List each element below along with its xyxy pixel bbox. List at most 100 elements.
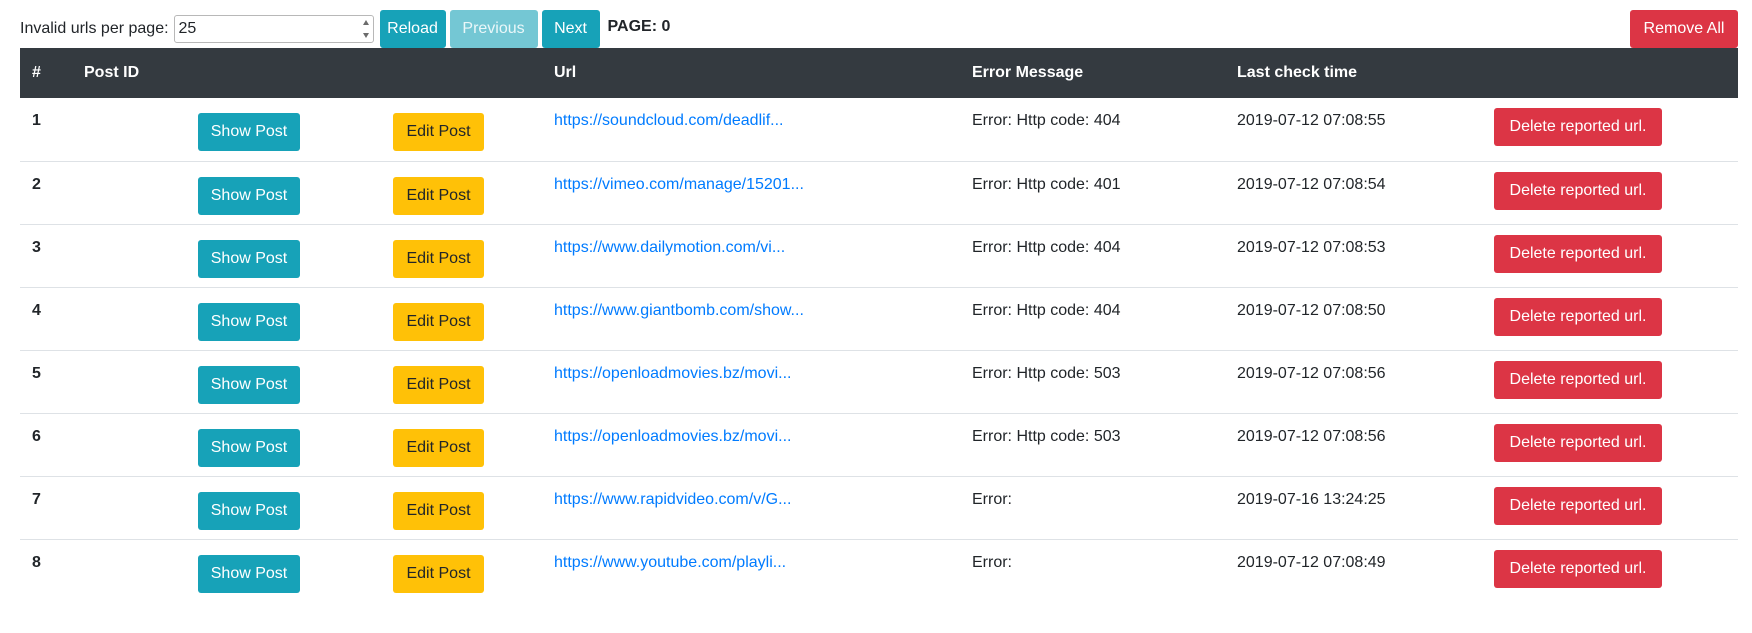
row-error-message: Error: Http code: 503 xyxy=(960,412,1225,476)
row-post-id xyxy=(72,475,195,539)
url-link[interactable]: https://www.youtube.com/playli... xyxy=(554,554,786,571)
row-delete-cell: Delete reported url. xyxy=(1480,349,1738,413)
header-index: # xyxy=(20,48,72,98)
row-show-cell: Show Post xyxy=(195,223,381,287)
show-post-button[interactable]: Show Post xyxy=(198,554,300,593)
row-last-check-time: 2019-07-16 13:24:25 xyxy=(1225,475,1480,539)
row-post-id xyxy=(72,160,195,224)
row-delete-cell: Delete reported url. xyxy=(1480,223,1738,287)
edit-post-button[interactable]: Edit Post xyxy=(393,302,484,341)
row-show-cell: Show Post xyxy=(195,286,381,350)
reload-button[interactable]: Reload xyxy=(379,10,446,48)
edit-post-button[interactable]: Edit Post xyxy=(393,365,484,404)
row-url-cell: https://www.rapidvideo.com/v/G... xyxy=(542,475,960,539)
number-spinner[interactable] xyxy=(361,20,371,38)
row-post-id xyxy=(72,223,195,287)
row-last-check-time: 2019-07-12 07:08:56 xyxy=(1225,349,1480,413)
row-error-message: Error: Http code: 404 xyxy=(960,223,1225,287)
table-header: # Post ID Url Error Message Last check t… xyxy=(20,48,1738,98)
show-post-button[interactable]: Show Post xyxy=(198,239,300,278)
url-link[interactable]: https://www.dailymotion.com/vi... xyxy=(554,239,785,256)
delete-reported-url-button[interactable]: Delete reported url. xyxy=(1494,108,1662,146)
edit-post-button[interactable]: Edit Post xyxy=(393,239,484,278)
row-index: 3 xyxy=(20,223,72,287)
row-delete-cell: Delete reported url. xyxy=(1480,475,1738,539)
table-row: 5 Show Post Edit Post https://openloadmo… xyxy=(20,349,1738,413)
row-index: 6 xyxy=(20,412,72,476)
header-actions xyxy=(1480,48,1738,98)
per-page-input[interactable] xyxy=(173,15,374,43)
toolbar: Invalid urls per page: Reload Previous N… xyxy=(20,10,670,48)
page-indicator: PAGE: 0 xyxy=(607,18,671,35)
show-post-button[interactable]: Show Post xyxy=(198,113,300,151)
row-error-message: Error: xyxy=(960,475,1225,539)
row-show-cell: Show Post xyxy=(195,475,381,539)
row-delete-cell: Delete reported url. xyxy=(1480,286,1738,350)
show-post-button[interactable]: Show Post xyxy=(198,428,300,467)
delete-reported-url-button[interactable]: Delete reported url. xyxy=(1494,423,1662,462)
row-edit-cell: Edit Post xyxy=(381,223,542,287)
row-last-check-time: 2019-07-12 07:08:54 xyxy=(1225,160,1480,224)
delete-reported-url-button[interactable]: Delete reported url. xyxy=(1494,297,1662,336)
row-last-check-time: 2019-07-12 07:08:55 xyxy=(1237,112,1386,129)
row-post-id xyxy=(72,412,195,476)
header-post-id: Post ID xyxy=(72,48,195,98)
remove-all-button[interactable]: Remove All xyxy=(1630,10,1738,48)
show-post-button[interactable]: Show Post xyxy=(198,176,300,215)
delete-reported-url-button[interactable]: Delete reported url. xyxy=(1494,486,1662,525)
delete-reported-url-button[interactable]: Delete reported url. xyxy=(1494,234,1662,273)
row-url-cell: https://openloadmovies.bz/movi... xyxy=(542,412,960,476)
header-url: Url xyxy=(542,48,960,98)
invalid-urls-table-wrap: # Post ID Url Error Message Last check t… xyxy=(20,48,1738,602)
row-url-cell: https://openloadmovies.bz/movi... xyxy=(542,349,960,413)
table-row: 8 Show Post Edit Post https://www.youtub… xyxy=(20,538,1738,602)
row-url-cell: https://www.giantbomb.com/show... xyxy=(542,286,960,350)
header-row: # Post ID Url Error Message Last check t… xyxy=(20,48,1738,98)
edit-post-button[interactable]: Edit Post xyxy=(393,428,484,467)
row-show-cell: Show Post xyxy=(195,160,381,224)
row-post-id xyxy=(72,349,195,413)
row-edit-cell: Edit Post xyxy=(381,349,542,413)
table-row: 6 Show Post Edit Post https://openloadmo… xyxy=(20,412,1738,476)
url-link[interactable]: https://soundcloud.com/deadlif... xyxy=(554,112,783,129)
row-error-message: Error: Http code: 404 xyxy=(960,286,1225,350)
invalid-urls-table: # Post ID Url Error Message Last check t… xyxy=(20,48,1738,602)
delete-reported-url-button[interactable]: Delete reported url. xyxy=(1494,171,1662,210)
row-last-check-time: 2019-07-12 07:08:53 xyxy=(1225,223,1480,287)
row-index: 5 xyxy=(20,349,72,413)
edit-post-button[interactable]: Edit Post xyxy=(393,554,484,593)
edit-post-button[interactable]: Edit Post xyxy=(393,113,484,151)
spinner-down-icon[interactable] xyxy=(362,33,369,38)
delete-reported-url-button[interactable]: Delete reported url. xyxy=(1494,549,1662,588)
edit-post-button[interactable]: Edit Post xyxy=(393,176,484,215)
next-button[interactable]: Next xyxy=(541,10,600,48)
row-index: 8 xyxy=(20,538,72,602)
row-index: 7 xyxy=(20,475,72,539)
edit-post-button[interactable]: Edit Post xyxy=(393,491,484,530)
header-error-message: Error Message xyxy=(960,48,1225,98)
show-post-button[interactable]: Show Post xyxy=(198,302,300,341)
url-link[interactable]: https://www.giantbomb.com/show... xyxy=(554,302,804,319)
row-index: 1 xyxy=(32,112,41,129)
previous-button[interactable]: Previous xyxy=(449,10,538,48)
row-last-check-time: 2019-07-12 07:08:49 xyxy=(1225,538,1480,602)
spinner-up-icon[interactable] xyxy=(362,20,369,25)
row-index: 2 xyxy=(20,160,72,224)
delete-reported-url-button[interactable]: Delete reported url. xyxy=(1494,360,1662,399)
row-error-message: Error: Http code: 401 xyxy=(960,160,1225,224)
url-link[interactable]: https://openloadmovies.bz/movi... xyxy=(554,428,791,445)
url-link[interactable]: https://www.rapidvideo.com/v/G... xyxy=(554,491,791,508)
table-row: 4 Show Post Edit Post https://www.giantb… xyxy=(20,286,1738,350)
url-link[interactable]: https://openloadmovies.bz/movi... xyxy=(554,365,791,382)
per-page-input-wrap xyxy=(173,15,374,43)
row-post-id xyxy=(72,286,195,350)
row-show-cell: Show Post xyxy=(195,538,381,602)
show-post-button[interactable]: Show Post xyxy=(198,365,300,404)
show-post-button[interactable]: Show Post xyxy=(198,491,300,530)
url-link[interactable]: https://vimeo.com/manage/15201... xyxy=(554,176,804,193)
table-row: 7 Show Post Edit Post https://www.rapidv… xyxy=(20,475,1738,539)
row-post-id xyxy=(72,538,195,602)
row-last-check-time: 2019-07-12 07:08:50 xyxy=(1225,286,1480,350)
row-delete-cell: Delete reported url. xyxy=(1480,98,1738,161)
row-delete-cell: Delete reported url. xyxy=(1480,160,1738,224)
